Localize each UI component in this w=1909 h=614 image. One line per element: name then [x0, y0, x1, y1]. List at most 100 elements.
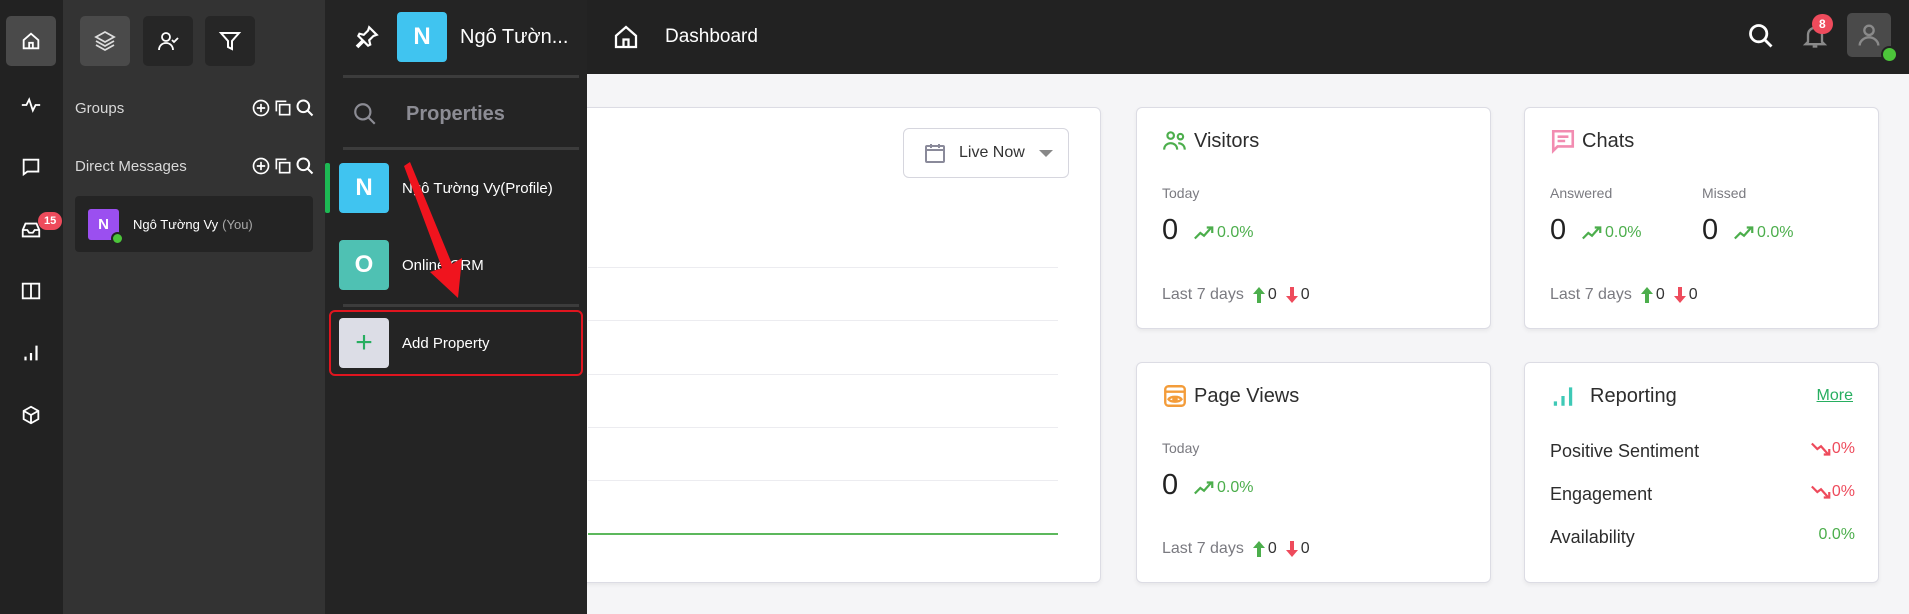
home-icon[interactable] [611, 22, 641, 52]
reporting-title: Reporting [1590, 384, 1677, 407]
trend-up-icon [1194, 481, 1214, 495]
book-icon [21, 282, 41, 300]
visitors-title: Visitors [1194, 129, 1260, 152]
report-row: Positive Sentiment 0% [1550, 439, 1855, 462]
last-7-days: Last 7 days 0 0 [1550, 286, 1698, 303]
search-icon[interactable] [1747, 22, 1775, 50]
property-name: Online CRM [402, 256, 484, 274]
selected-indicator [325, 163, 330, 213]
rail-activity[interactable] [6, 80, 56, 130]
arrow-down-icon [1285, 541, 1298, 557]
property-search-placeholder: Properties [406, 102, 505, 125]
groups-label: Groups [75, 99, 125, 117]
trend-up-icon [1194, 226, 1214, 240]
reporting-card: Reporting More Positive Sentiment 0% Eng… [1524, 362, 1879, 583]
answered-label: Answered [1550, 185, 1613, 201]
inbox-badge: 15 [38, 212, 63, 230]
plus-icon: + [339, 318, 389, 368]
traffic-chart-card: Live Now [560, 107, 1101, 583]
bar-chart-icon [24, 345, 38, 361]
rail-apps[interactable] [6, 390, 56, 440]
calendar-icon [925, 144, 945, 163]
add-property-label: Add Property [402, 334, 490, 352]
date-range-dropdown[interactable]: Live Now [903, 128, 1069, 178]
groups-header: Groups [75, 98, 315, 118]
trend-down-icon [1810, 485, 1831, 499]
chats-title: Chats [1582, 129, 1635, 152]
property-item[interactable]: N Ngô Tường Vy(Profile) [325, 160, 587, 216]
dm-you-suffix: (You) [222, 216, 253, 232]
package-icon [22, 405, 40, 425]
missed-label: Missed [1702, 185, 1747, 201]
online-status-dot [1881, 46, 1898, 63]
search-groups-icon[interactable] [295, 98, 315, 118]
chart-gridline [588, 320, 1058, 321]
date-range-label: Live Now [959, 144, 1025, 161]
direct-messages-header: Direct Messages [75, 156, 315, 176]
pin-icon [355, 25, 379, 49]
rail-reports[interactable] [6, 328, 56, 378]
top-bar: Dashboard 8 [587, 0, 1909, 74]
user-menu-button[interactable] [1847, 13, 1898, 63]
properties-popup: N Ngô Tườn... Properties N Ngô Tường Vy(… [325, 0, 587, 614]
chevron-down-icon [1038, 149, 1053, 157]
filter-icon [218, 32, 242, 51]
report-row: Availability 0.0% [1550, 525, 1855, 548]
page-views-value: 0 [1162, 469, 1179, 501]
property-avatar: O [339, 240, 389, 290]
chat-icon [22, 158, 40, 177]
current-property-name: Ngô Tườn... [460, 25, 569, 48]
bar-chart-icon [1553, 387, 1573, 406]
property-avatar: N [397, 12, 447, 62]
trend-up-icon [1582, 226, 1602, 240]
last-7-days: Last 7 days 0 0 [1162, 540, 1310, 557]
page-views-trend: 0.0% [1193, 479, 1253, 497]
arrow-down-icon [1285, 287, 1298, 303]
arrow-down-icon [1673, 287, 1686, 303]
layers-button[interactable] [80, 16, 130, 66]
copy-icon[interactable] [273, 156, 293, 176]
add-property-button[interactable]: + Add Property [329, 310, 583, 376]
copy-icon[interactable] [273, 98, 293, 118]
home-icon [22, 32, 40, 50]
property-search[interactable]: Properties [325, 84, 587, 144]
activity-icon [21, 97, 41, 113]
trend-up-icon [1734, 226, 1754, 240]
chart-gridline [588, 267, 1058, 268]
visitors-card: Visitors Today 0 0.0% Last 7 days 0 0 [1136, 107, 1491, 329]
filter-button[interactable] [205, 16, 255, 66]
avatar: N [88, 208, 124, 245]
search-icon [354, 103, 376, 125]
search-dm-icon[interactable] [295, 156, 315, 176]
add-group-icon[interactable] [251, 98, 271, 118]
rail-knowledge[interactable] [6, 266, 56, 316]
more-link[interactable]: More [1817, 387, 1853, 405]
eye-browser-icon [1164, 385, 1186, 407]
property-avatar: N [339, 163, 389, 213]
report-row: Engagement 0% [1550, 482, 1855, 505]
icon-rail: 15 [0, 0, 63, 614]
chat-bubble-icon [1551, 129, 1575, 154]
page-views-title: Page Views [1194, 384, 1300, 407]
assigned-button[interactable] [143, 16, 193, 66]
property-name: Ngô Tường Vy(Profile) [402, 179, 553, 197]
pin-button[interactable] [347, 17, 387, 57]
arrow-up-icon [1640, 287, 1653, 303]
property-item[interactable]: O Online CRM [325, 237, 587, 293]
answered-value: 0 [1550, 214, 1567, 246]
layers-icon [94, 30, 116, 52]
chart-gridline [588, 480, 1058, 481]
user-icon [1858, 24, 1880, 46]
add-dm-icon[interactable] [251, 156, 271, 176]
last-7-days: Last 7 days 0 0 [1162, 286, 1310, 303]
online-status-dot [111, 231, 124, 245]
dm-list-item[interactable]: N Ngô Tường Vy (You) [75, 196, 313, 252]
missed-value: 0 [1702, 214, 1719, 246]
rail-chat[interactable] [6, 142, 56, 192]
visitors-value: 0 [1162, 214, 1179, 246]
divider [343, 147, 579, 150]
divider [343, 75, 579, 78]
today-label: Today [1162, 185, 1200, 201]
chats-card: Chats Answered 0 0.0% Missed 0 0.0% Last… [1524, 107, 1879, 329]
rail-home[interactable] [6, 16, 56, 66]
